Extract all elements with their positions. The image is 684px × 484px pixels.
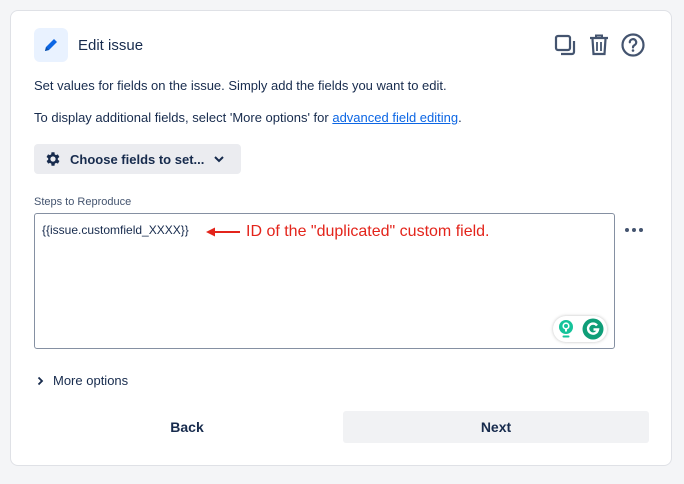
more-options-label: More options (53, 373, 129, 388)
choose-fields-label: Choose fields to set... (70, 151, 205, 167)
trash-icon[interactable] (587, 33, 611, 57)
more-options-toggle[interactable]: More options (37, 373, 128, 388)
description-line-2: To display additional fields, select 'Mo… (34, 110, 462, 125)
description-line-1: Set values for fields on the issue. Simp… (34, 78, 447, 93)
pencil-icon (34, 28, 68, 62)
panel-header: Edit issue (34, 28, 143, 62)
field-value: {{issue.customfield_XXXX}} (42, 223, 189, 237)
gear-icon (46, 152, 60, 166)
chevron-down-icon (214, 156, 225, 163)
advanced-field-editing-link[interactable]: advanced field editing (332, 110, 458, 125)
description-text: To display additional fields, select 'Mo… (34, 110, 333, 125)
chevron-right-icon (37, 376, 44, 385)
annotation-text: ID of the "duplicated" custom field. (246, 223, 490, 240)
choose-fields-button[interactable]: Choose fields to set... (34, 144, 241, 174)
grammarly-icon[interactable] (582, 318, 604, 340)
steps-to-reproduce-field[interactable]: {{issue.customfield_XXXX}} ID of the "du… (34, 213, 615, 349)
next-button[interactable]: Next (343, 411, 649, 443)
more-actions-icon[interactable] (623, 224, 645, 236)
edit-issue-panel: Edit issue Set values for fields on the … (10, 10, 672, 466)
description-suffix: . (458, 110, 462, 125)
page-title: Edit issue (78, 36, 144, 54)
arrow-left-icon (206, 227, 240, 237)
annotation: ID of the "duplicated" custom field. (206, 223, 489, 241)
grammarly-widget[interactable] (553, 316, 607, 342)
help-icon[interactable] (621, 33, 645, 57)
header-actions (553, 33, 645, 57)
back-button[interactable]: Back (34, 411, 340, 443)
duplicate-icon[interactable] (553, 33, 577, 57)
field-label: Steps to Reproduce (34, 196, 132, 208)
lightbulb-icon[interactable] (557, 319, 575, 339)
